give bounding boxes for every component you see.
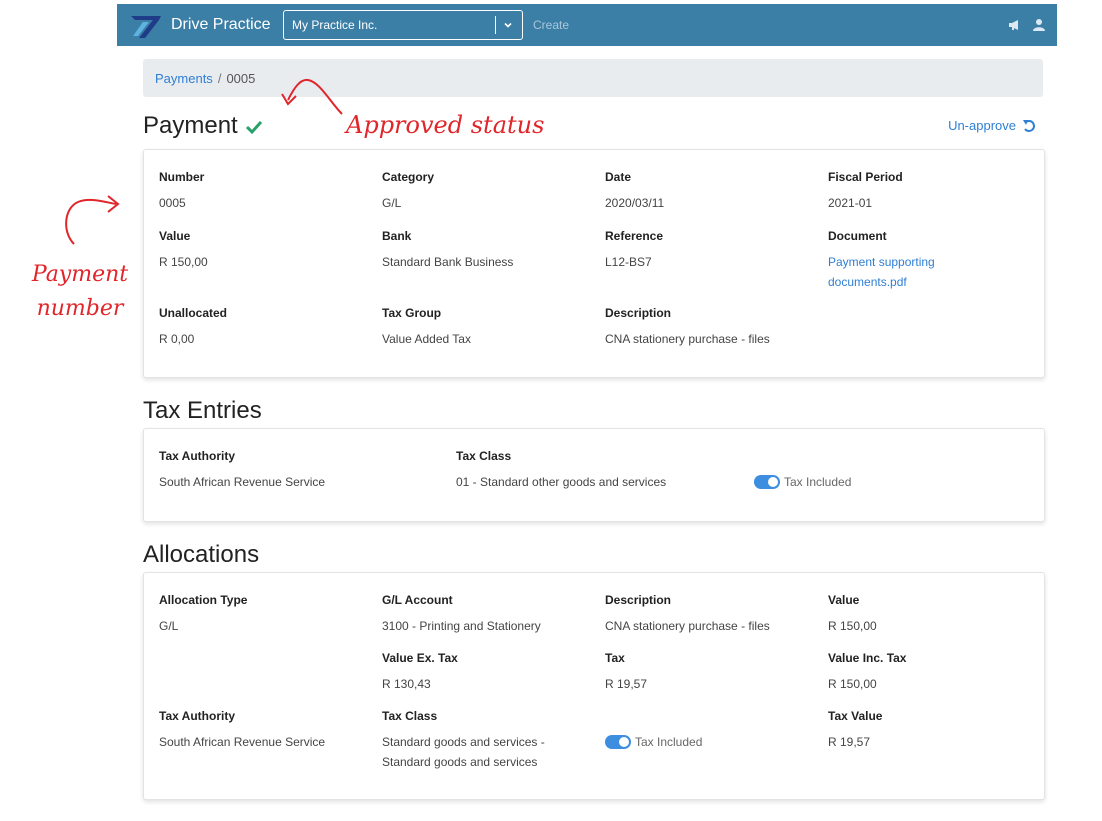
tax-class-value: 01 - Standard other goods and services	[456, 475, 667, 489]
document-link-line1: Payment supporting	[828, 255, 935, 269]
breadcrumb-separator: /	[217, 70, 222, 86]
gl-account-label: G/L Account	[382, 593, 453, 607]
top-navbar: Drive Practice My Practice Inc. Create	[117, 4, 1057, 46]
select-divider	[495, 16, 496, 34]
tax-value: R 19,57	[605, 677, 648, 691]
allocations-card: Allocation Type G/L G/L Account 3100 - P…	[143, 572, 1045, 800]
gl-account-value: 3100 - Printing and Stationery	[382, 619, 541, 633]
tax-group-label: Tax Group	[382, 306, 442, 320]
company-select[interactable]: My Practice Inc.	[283, 10, 523, 40]
fiscal-period-label: Fiscal Period	[828, 170, 903, 184]
allocation-tax-included-toggle[interactable]	[605, 735, 631, 749]
unapprove-button[interactable]: Un-approve	[948, 118, 1036, 133]
allocation-type-value: G/L	[159, 619, 179, 633]
megaphone-icon[interactable]	[1007, 17, 1023, 33]
reference-label: Reference	[605, 229, 664, 243]
unapprove-label: Un-approve	[948, 118, 1016, 133]
breadcrumb: Payments / 0005	[143, 59, 1043, 97]
tax-value-label: Tax Value	[828, 709, 883, 723]
breadcrumb-payments-link[interactable]: Payments	[155, 71, 213, 86]
tax-entries-heading: Tax Entries	[143, 397, 262, 424]
category-value: G/L	[382, 196, 402, 210]
fiscal-period-value: 2021-01	[828, 196, 873, 210]
bank-value: Standard Bank Business	[382, 255, 514, 269]
tax-entries-card: Tax Authority South African Revenue Serv…	[143, 428, 1045, 522]
payment-details-card: Number 0005 Category G/L Date 2020/03/11…	[143, 149, 1045, 378]
drive-logo-icon	[131, 16, 161, 38]
value-label: Value	[159, 229, 191, 243]
user-icon[interactable]	[1031, 17, 1047, 33]
description-label: Description	[605, 306, 672, 320]
tax-class-label: Tax Class	[456, 449, 512, 463]
page-title-text: Payment	[143, 112, 238, 139]
check-icon	[245, 120, 262, 134]
tax-label: Tax	[605, 651, 625, 665]
allocation-value-label: Value	[828, 593, 860, 607]
tax-authority-label: Tax Authority	[159, 449, 236, 463]
document-link-line2: documents.pdf	[828, 275, 907, 289]
number-value: 0005	[159, 196, 186, 210]
document-label: Document	[828, 229, 887, 243]
allocation-tax-included-label: Tax Included	[635, 735, 703, 749]
tax-included-toggle[interactable]	[754, 475, 780, 489]
value-inc-tax-label: Value Inc. Tax	[828, 651, 907, 665]
number-annotation-line2: number	[36, 296, 124, 321]
value-ex-tax-value: R 130,43	[382, 677, 431, 691]
allocations-heading: Allocations	[143, 541, 260, 568]
tax-value-value: R 19,57	[828, 735, 871, 749]
status-annotation: Approved status	[346, 111, 545, 139]
status-annotation-arrow-icon	[281, 78, 343, 115]
allocation-description-label: Description	[605, 593, 672, 607]
bank-label: Bank	[382, 229, 412, 243]
allocation-tax-class-line1: Standard goods and services -	[382, 735, 545, 749]
brand-name: Drive Practice	[171, 16, 271, 33]
number-annotation-line1: Payment	[31, 262, 129, 287]
value-value: R 150,00	[159, 255, 208, 269]
allocation-tax-class-line2: Standard goods and services	[382, 755, 538, 769]
company-name: My Practice Inc.	[292, 18, 378, 32]
tax-included-label: Tax Included	[784, 475, 852, 489]
description-value: CNA stationery purchase - files	[605, 332, 770, 346]
unallocated-value: R 0,00	[159, 332, 195, 346]
page-title: Payment	[143, 112, 264, 140]
allocation-type-label: Allocation Type	[159, 593, 248, 607]
tax-authority-value: South African Revenue Service	[159, 475, 326, 489]
allocation-tax-class-label: Tax Class	[382, 709, 438, 723]
allocation-tax-authority-label: Tax Authority	[159, 709, 236, 723]
create-link[interactable]: Create	[533, 18, 569, 32]
chevron-down-icon[interactable]	[502, 19, 514, 31]
brand[interactable]: Drive Practice	[129, 10, 271, 40]
date-value: 2020/03/11	[605, 196, 665, 210]
allocation-tax-class-value: Standard goods and services - Standard g…	[382, 732, 545, 772]
allocation-value-value: R 150,00	[828, 619, 877, 633]
tax-group-value: Value Added Tax	[382, 332, 471, 346]
value-inc-tax-value: R 150,00	[828, 677, 877, 691]
breadcrumb-current: 0005	[226, 70, 256, 86]
value-ex-tax-label: Value Ex. Tax	[382, 651, 458, 665]
allocation-description-value: CNA stationery purchase - files	[605, 619, 770, 633]
number-annotation: Payment number	[22, 258, 138, 326]
unallocated-label: Unallocated	[159, 306, 228, 320]
number-annotation-arrow-icon	[65, 195, 120, 245]
number-label: Number	[159, 170, 205, 184]
allocation-tax-authority-value: South African Revenue Service	[159, 735, 326, 749]
date-label: Date	[605, 170, 632, 184]
reference-value: L12-BS7	[605, 255, 652, 269]
document-link[interactable]: Payment supporting documents.pdf	[828, 252, 988, 292]
category-label: Category	[382, 170, 435, 184]
undo-icon	[1023, 119, 1035, 132]
